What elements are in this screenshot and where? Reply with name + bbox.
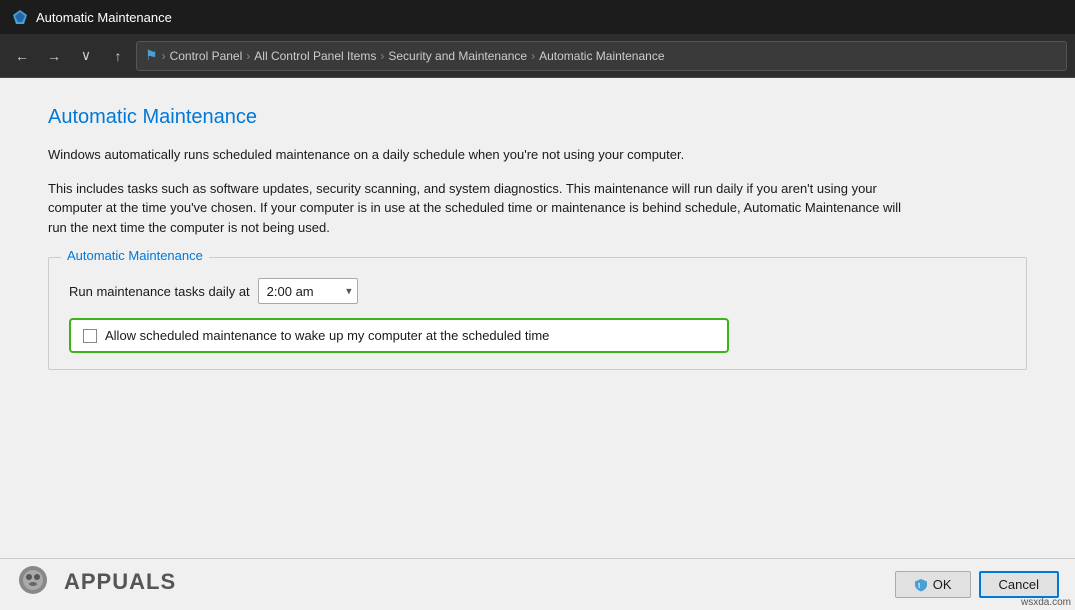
cancel-label: Cancel (999, 577, 1039, 592)
svg-text:!: ! (918, 583, 920, 590)
title-bar-icon (12, 9, 28, 25)
title-bar: Automatic Maintenance (0, 0, 1075, 34)
time-select[interactable]: 12:00 am 1:00 am 2:00 am 3:00 am 4:00 am (258, 278, 358, 304)
breadcrumb: ⚑ › Control Panel › All Control Panel It… (136, 41, 1067, 71)
back-button[interactable]: ← (8, 42, 36, 70)
address-bar: ← → ∨ ↑ ⚑ › Control Panel › All Control … (0, 34, 1075, 78)
appuals-logo-icon (8, 562, 58, 602)
wake-up-label[interactable]: Allow scheduled maintenance to wake up m… (105, 328, 549, 343)
breadcrumb-item-security[interactable]: Security and Maintenance (388, 49, 527, 63)
run-maintenance-row: Run maintenance tasks daily at 12:00 am … (69, 278, 1006, 304)
watermark: APPUALS (8, 562, 176, 602)
wake-up-checkbox-row: Allow scheduled maintenance to wake up m… (69, 318, 729, 353)
breadcrumb-sep-1: › (162, 49, 166, 63)
breadcrumb-item-all-items[interactable]: All Control Panel Items (254, 49, 376, 63)
forward-button[interactable]: → (40, 42, 68, 70)
page-title: Automatic Maintenance (48, 106, 1027, 129)
auto-maintenance-section: Automatic Maintenance Run maintenance ta… (48, 257, 1027, 370)
breadcrumb-item-control-panel[interactable]: Control Panel (170, 49, 243, 63)
appuals-text: APPUALS (64, 569, 176, 595)
recent-button[interactable]: ∨ (72, 42, 100, 70)
ok-label: OK (933, 577, 952, 592)
breadcrumb-item-auto-maintenance[interactable]: Automatic Maintenance (539, 49, 664, 63)
breadcrumb-sep-3: › (380, 49, 384, 63)
bottom-bar: APPUALS ! OK Cancel (0, 558, 1075, 610)
content-area: Automatic Maintenance Windows automatica… (0, 78, 1075, 610)
up-button[interactable]: ↑ (104, 42, 132, 70)
breadcrumb-flag-icon: ⚑ (145, 47, 158, 64)
shield-icon: ! (914, 578, 928, 592)
ok-button[interactable]: ! OK (895, 571, 971, 598)
wsxda-watermark: wsxda.com (1021, 597, 1071, 608)
breadcrumb-sep-2: › (246, 49, 250, 63)
description-1: Windows automatically runs scheduled mai… (48, 145, 908, 165)
description-2: This includes tasks such as software upd… (48, 179, 908, 238)
time-select-wrapper[interactable]: 12:00 am 1:00 am 2:00 am 3:00 am 4:00 am (258, 278, 358, 304)
wake-up-checkbox[interactable] (83, 329, 97, 343)
breadcrumb-sep-4: › (531, 49, 535, 63)
cancel-button[interactable]: Cancel (979, 571, 1059, 598)
section-legend: Automatic Maintenance (61, 248, 209, 263)
title-bar-text: Automatic Maintenance (36, 10, 172, 25)
main-content: Automatic Maintenance Windows automatica… (0, 78, 1075, 610)
run-maintenance-label: Run maintenance tasks daily at (69, 284, 250, 299)
